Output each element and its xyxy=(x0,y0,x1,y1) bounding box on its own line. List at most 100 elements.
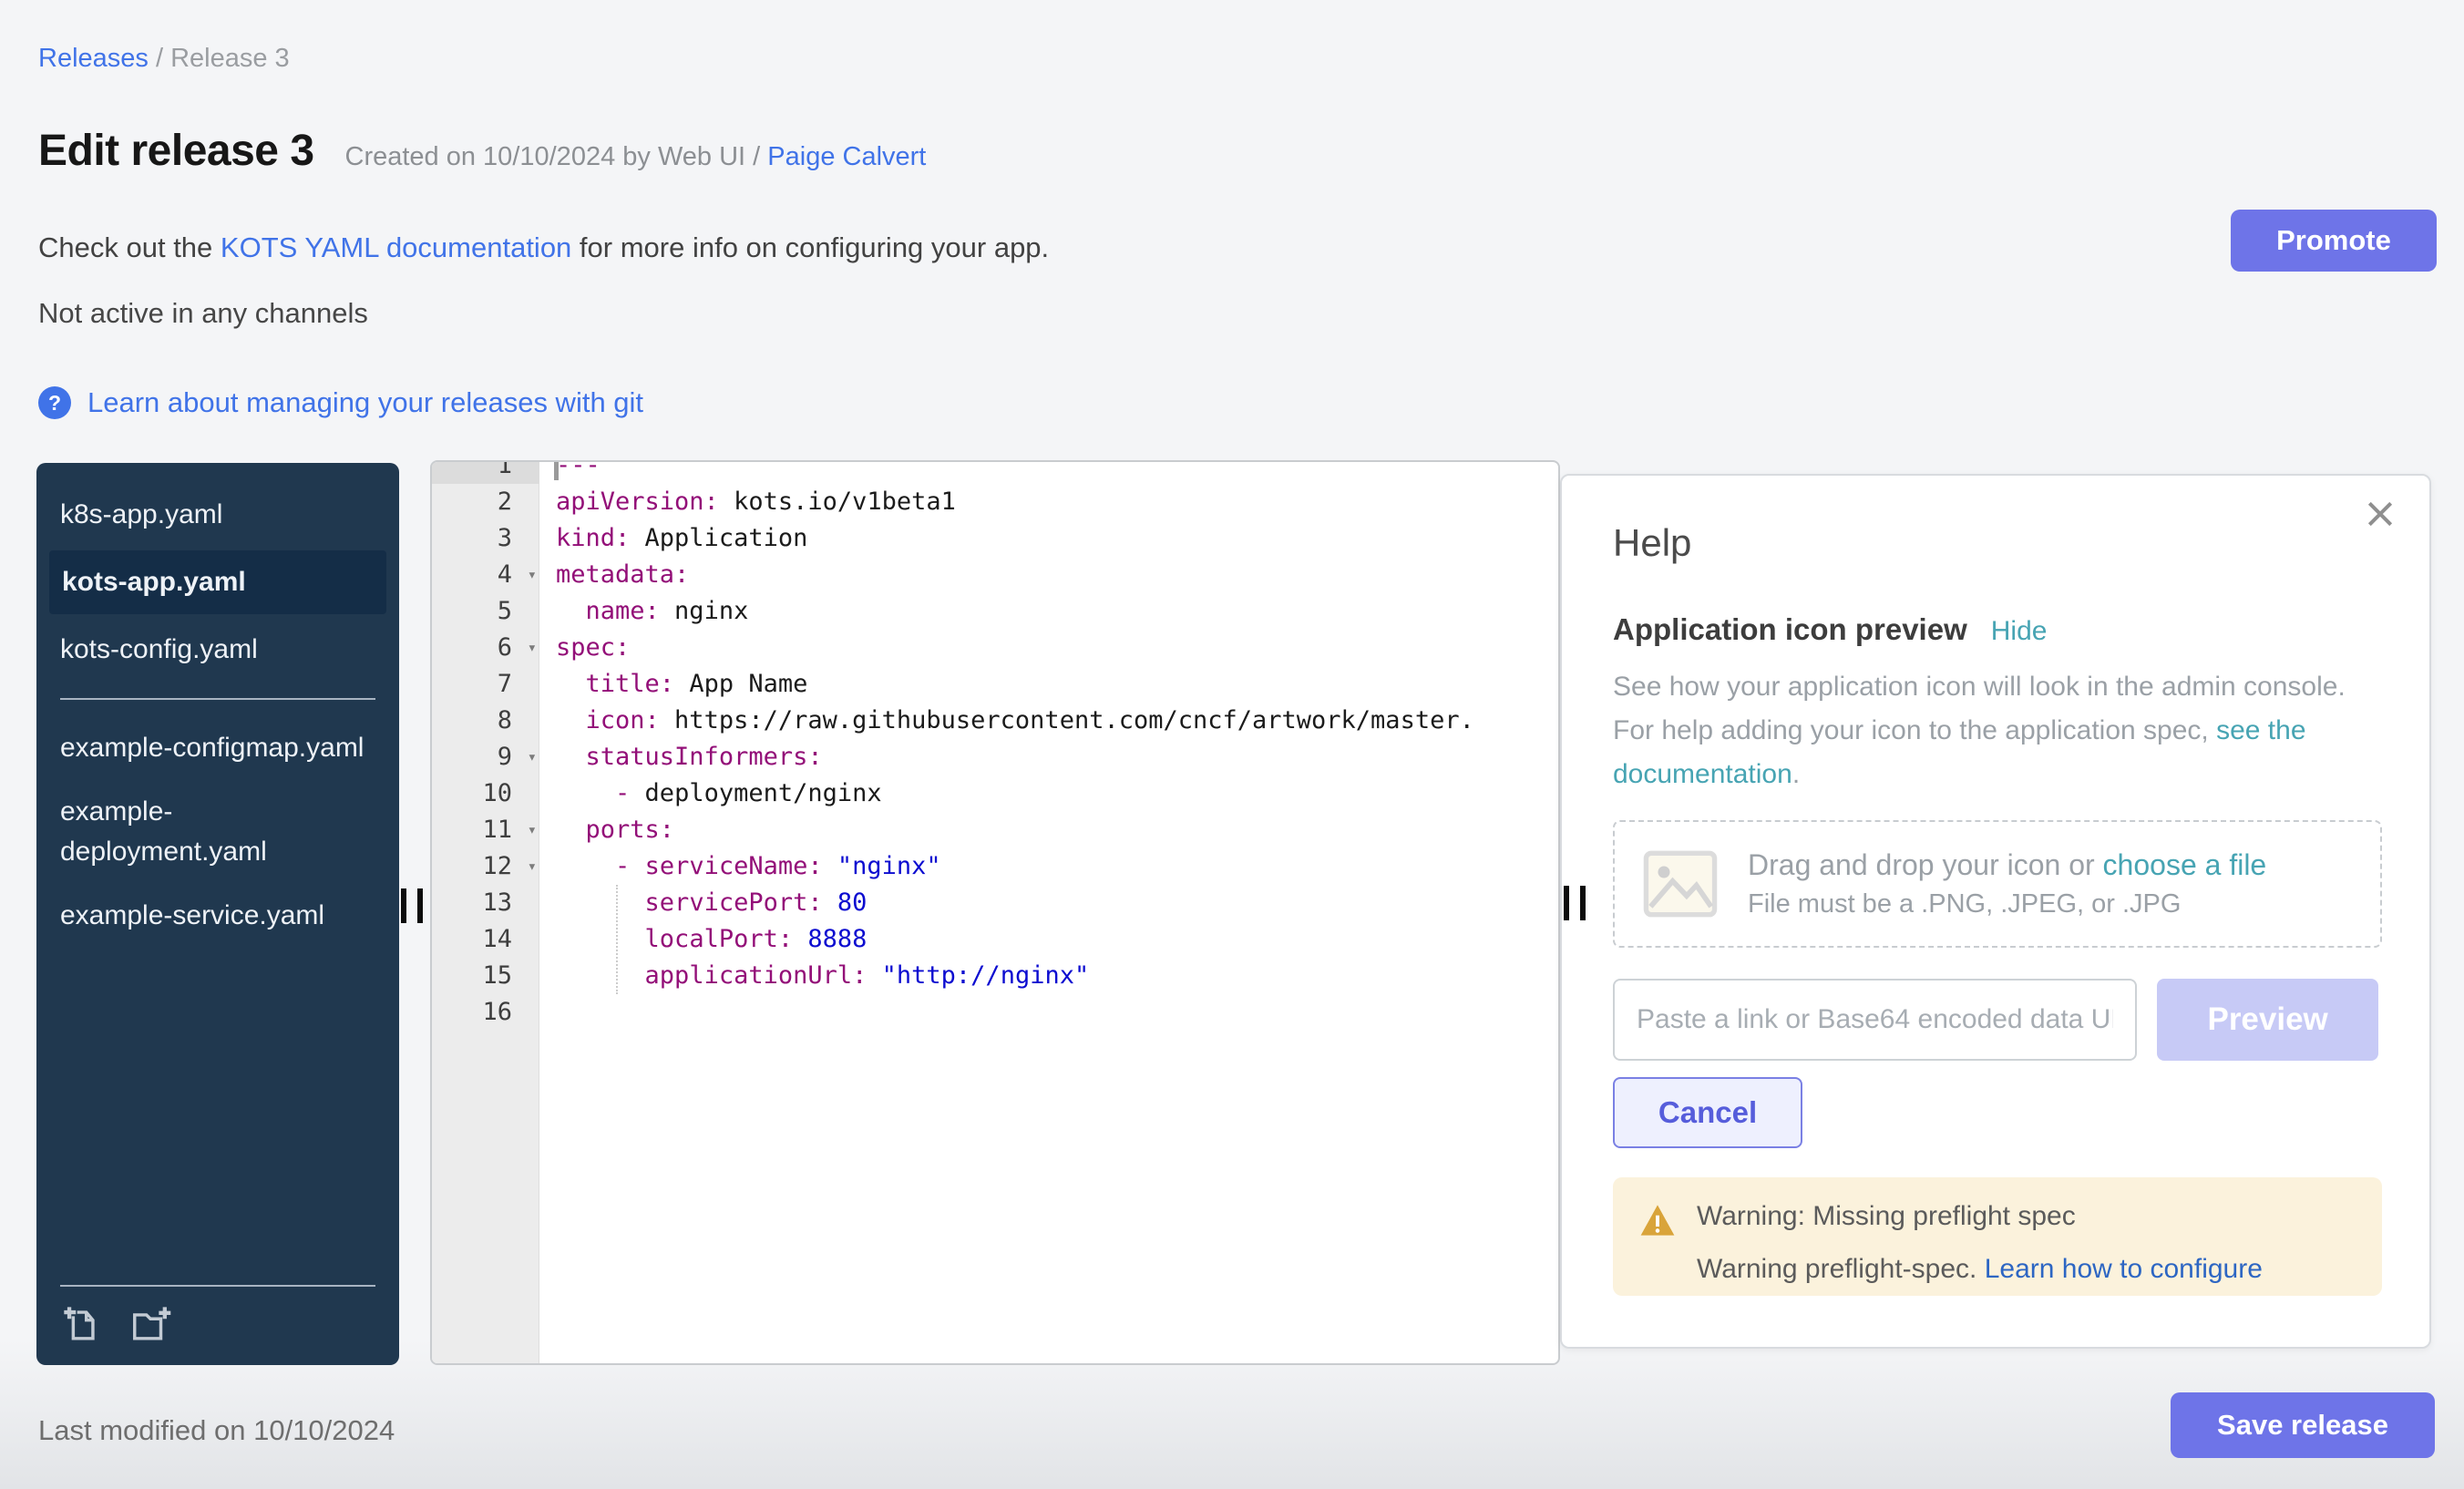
warning-banner: Warning: Missing preflight spec Warning … xyxy=(1613,1177,2382,1296)
code-line-9[interactable]: 9▾ statusInformers: xyxy=(432,739,1558,775)
breadcrumb-releases-link[interactable]: Releases xyxy=(38,44,149,73)
new-folder-button[interactable] xyxy=(129,1303,171,1345)
warning-title: Warning: Missing preflight spec xyxy=(1697,1201,2263,1232)
gutter-line-number: 16 xyxy=(432,994,539,1031)
code-line-4[interactable]: 4▾metadata: xyxy=(432,557,1558,593)
dropzone-texts: Drag and drop your icon or choose a file… xyxy=(1748,848,2266,919)
code-token: servicePort: xyxy=(645,888,823,917)
code-token xyxy=(630,852,644,880)
help-panel: Help Application icon preview Hide See h… xyxy=(1560,474,2431,1349)
warning-texts: Warning: Missing preflight spec Warning … xyxy=(1697,1201,2263,1285)
gutter-line-number: 7 xyxy=(432,666,539,703)
help-title: Help xyxy=(1613,521,2378,565)
code-line-content: applicationUrl: "http://nginx" xyxy=(539,958,1089,994)
code-token xyxy=(556,743,586,771)
code-token: nginx xyxy=(660,597,749,625)
sidebar-file-kots-config.yaml[interactable]: kots-config.yaml xyxy=(36,618,399,682)
code-line-10[interactable]: 10 - deployment/nginx xyxy=(432,775,1558,812)
created-prefix: Created on 10/10/2024 by Web UI / xyxy=(345,142,768,171)
code-token: apiVersion: xyxy=(556,488,719,516)
sidebar-file-example-service.yaml[interactable]: example-service.yaml xyxy=(36,884,399,948)
code-token: localPort: xyxy=(645,925,794,953)
file-group-kots: k8s-app.yamlkots-app.yamlkots-config.yam… xyxy=(36,483,399,682)
preview-button[interactable]: Preview xyxy=(2157,979,2378,1061)
code-line-5[interactable]: 5 name: nginx xyxy=(432,593,1558,630)
kots-doc-text-after: for more info on configuring your app. xyxy=(571,231,1049,263)
code-line-12[interactable]: 12▾ - serviceName: "nginx" xyxy=(432,848,1558,885)
sidebar-footer-divider xyxy=(60,1285,375,1287)
new-file-button[interactable] xyxy=(60,1303,102,1345)
created-author-link[interactable]: Paige Calvert xyxy=(767,142,926,171)
fold-arrow-icon[interactable]: ▾ xyxy=(528,557,537,593)
icon-dropzone[interactable]: Drag and drop your icon or choose a file… xyxy=(1613,820,2382,948)
code-line-1[interactable]: 1 --- xyxy=(432,460,1558,484)
fold-arrow-icon[interactable]: ▾ xyxy=(528,812,537,848)
icon-preview-title: Application icon preview xyxy=(1613,612,1967,647)
code-editor[interactable]: 1 --- 2apiVersion: kots.io/v1beta13 kind: A… xyxy=(430,460,1560,1365)
code-token: metadata: xyxy=(556,560,689,589)
choose-file-link[interactable]: choose a file xyxy=(2103,848,2267,881)
sidebar-resize-handle[interactable] xyxy=(401,888,423,923)
code-line-content: statusInformers: xyxy=(539,739,823,775)
sidebar-file-example-deployment.yaml[interactable]: example-deployment.yaml xyxy=(36,780,399,884)
code-token: deployment/nginx xyxy=(630,779,881,807)
code-token: 80 xyxy=(823,888,868,917)
fold-arrow-icon[interactable]: ▾ xyxy=(528,630,537,666)
code-token: Application xyxy=(630,524,807,552)
breadcrumb: Releases / Release 3 xyxy=(38,44,290,74)
gutter-line-number: 3 xyxy=(432,520,539,557)
warning-configure-link[interactable]: Learn how to configure xyxy=(1985,1254,2263,1284)
code-token xyxy=(556,888,645,917)
code-line-3[interactable]: 3 kind: Application xyxy=(432,520,1558,557)
gutter-line-number: 5 xyxy=(432,593,539,630)
code-line-2[interactable]: 2apiVersion: kots.io/v1beta1 xyxy=(432,484,1558,520)
help-resize-handle[interactable] xyxy=(1564,886,1586,920)
code-line-content: name: nginx xyxy=(539,593,748,630)
sidebar-file-kots-app.yaml[interactable]: kots-app.yaml xyxy=(49,550,386,614)
kots-yaml-doc-link[interactable]: KOTS YAML documentation xyxy=(221,231,571,263)
code-line-16[interactable]: 16 xyxy=(432,994,1558,1031)
resize-bar xyxy=(401,888,406,923)
gutter-line-number: 6▾ xyxy=(432,630,539,666)
save-release-button[interactable]: Save release xyxy=(2171,1392,2435,1458)
code-token xyxy=(556,816,586,844)
file-plus-icon xyxy=(60,1303,102,1345)
code-token: --- xyxy=(556,460,601,479)
code-token: applicationUrl: xyxy=(645,961,868,990)
last-modified-text: Last modified on 10/10/2024 xyxy=(38,1414,395,1447)
code-token xyxy=(556,597,586,625)
cancel-button[interactable]: Cancel xyxy=(1613,1077,1802,1148)
sidebar-file-k8s-app.yaml[interactable]: k8s-app.yaml xyxy=(36,483,399,547)
code-line-6[interactable]: 6▾ spec: xyxy=(432,630,1558,666)
code-line-content: ports: xyxy=(539,812,674,848)
code-line-14[interactable]: 14 localPort: 8888 xyxy=(432,921,1558,958)
sidebar-file-example-configmap.yaml[interactable]: example-configmap.yaml xyxy=(36,716,399,780)
icon-url-input[interactable] xyxy=(1613,979,2137,1061)
gutter-line-number: 10 xyxy=(432,775,539,812)
git-releases-link[interactable]: Learn about managing your releases with … xyxy=(87,386,643,419)
gutter-line-number: 13 xyxy=(432,885,539,921)
code-token xyxy=(556,852,615,880)
code-token: spec: xyxy=(556,633,630,662)
editor-content[interactable]: 1 --- 2apiVersion: kots.io/v1beta13 kind: A… xyxy=(432,460,1558,1031)
code-line-7[interactable]: 7 title: App Name xyxy=(432,666,1558,703)
code-token: ports: xyxy=(586,816,675,844)
fold-arrow-icon[interactable]: ▾ xyxy=(528,848,537,885)
gutter-line-number: 12▾ xyxy=(432,848,539,885)
code-token xyxy=(556,779,615,807)
hide-link[interactable]: Hide xyxy=(1991,616,2048,647)
kots-doc-text: Check out the KOTS YAML documentation fo… xyxy=(38,231,1049,264)
gutter-line-number: 1 xyxy=(432,460,539,484)
code-line-15[interactable]: 15 applicationUrl: "http://nginx" xyxy=(432,958,1558,994)
help-close-button[interactable] xyxy=(2362,496,2398,532)
text-cursor xyxy=(554,460,559,480)
file-sidebar: k8s-app.yamlkots-app.yamlkots-config.yam… xyxy=(36,463,399,1365)
code-token: kind: xyxy=(556,524,630,552)
channel-status-text: Not active in any channels xyxy=(38,297,368,330)
fold-arrow-icon[interactable]: ▾ xyxy=(528,739,537,775)
code-line-8[interactable]: 8 icon: https://raw.githubusercontent.co… xyxy=(432,703,1558,739)
page-title: Edit release 3 xyxy=(38,126,314,176)
code-line-13[interactable]: 13 servicePort: 80 xyxy=(432,885,1558,921)
code-line-11[interactable]: 11▾ ports: xyxy=(432,812,1558,848)
promote-button[interactable]: Promote xyxy=(2231,210,2437,272)
